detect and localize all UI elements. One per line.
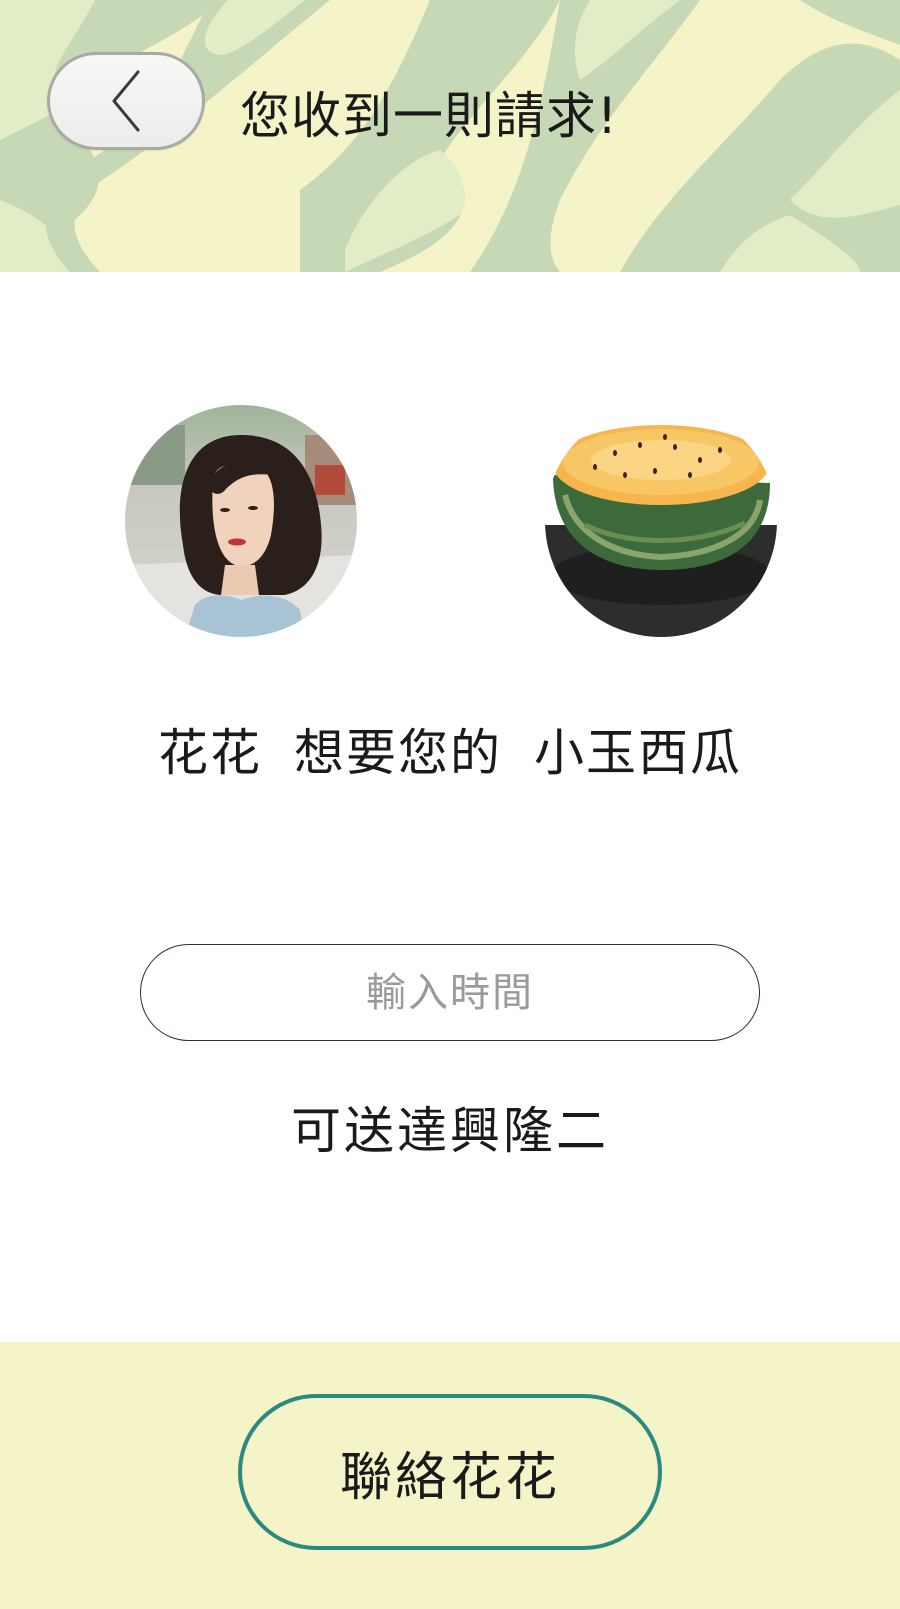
back-button[interactable] — [47, 52, 205, 150]
time-input[interactable] — [140, 944, 760, 1041]
request-sentence: 花花 想要您的 小玉西瓜 — [0, 720, 900, 786]
footer: 聯絡花花 — [0, 1342, 900, 1609]
requester-name: 花花 — [158, 724, 262, 782]
chevron-left-icon — [112, 70, 140, 132]
delivery-location: 可送達興隆二 — [291, 1102, 609, 1160]
contact-button[interactable]: 聯絡花花 — [238, 1394, 662, 1550]
product-name: 小玉西瓜 — [534, 724, 742, 782]
product-avatar — [545, 405, 777, 637]
header: 您收到一則請求! — [0, 0, 900, 272]
requester-avatar — [125, 405, 357, 637]
request-action: 想要您的 — [294, 724, 502, 782]
page-title: 您收到一則請求! — [240, 87, 619, 145]
